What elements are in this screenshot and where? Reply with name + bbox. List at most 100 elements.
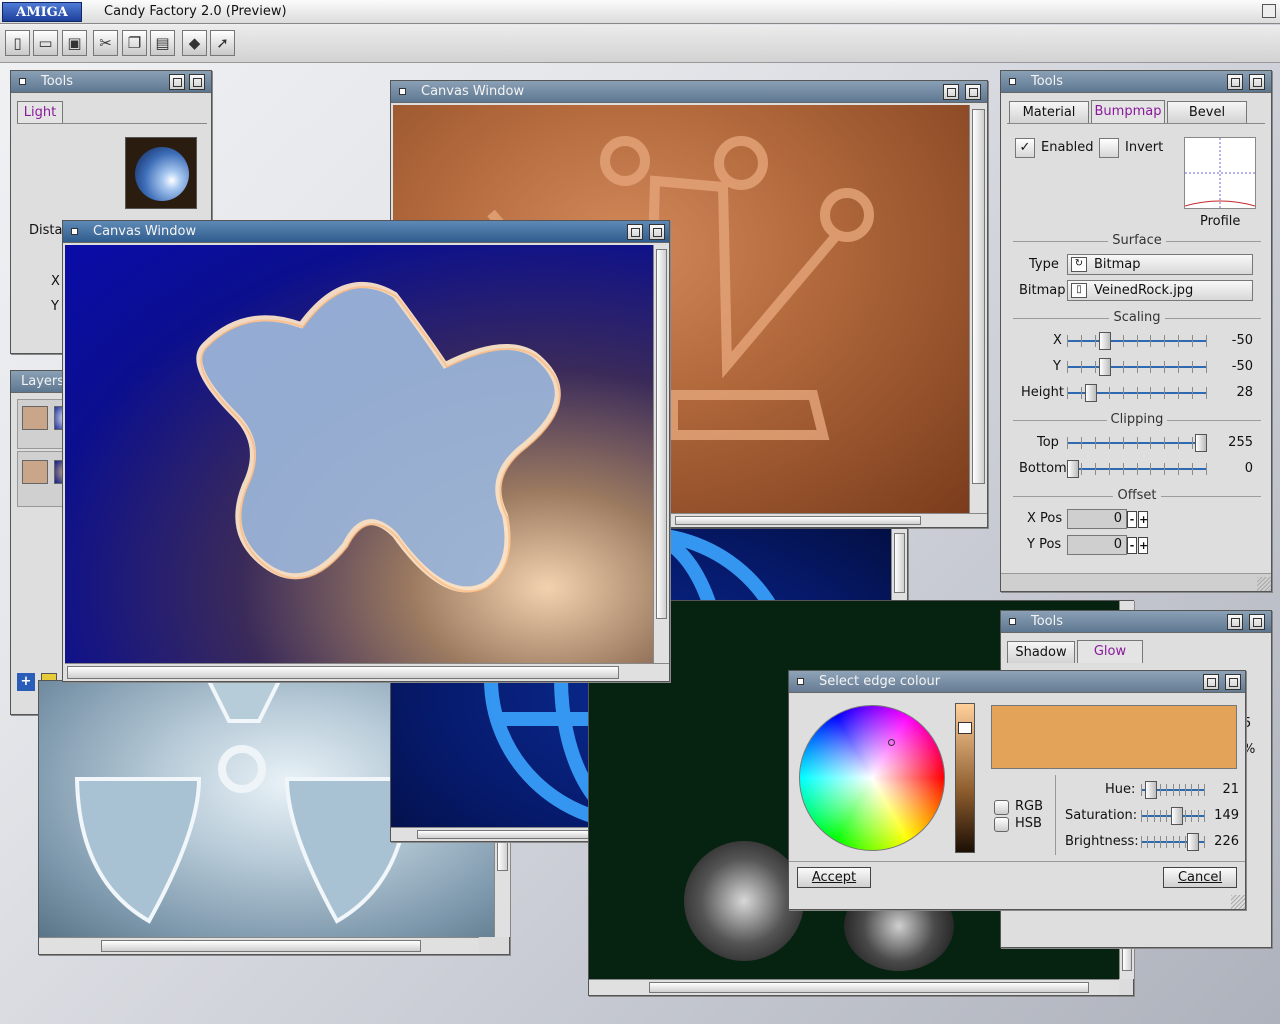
- slider-knob[interactable]: [1099, 332, 1111, 350]
- depth-icon[interactable]: [1249, 74, 1265, 90]
- window-title: Tools: [41, 74, 74, 89]
- scale-x-slider[interactable]: [1067, 332, 1207, 350]
- y-label: Y: [51, 299, 59, 314]
- x-pos-input[interactable]: 0: [1067, 509, 1127, 529]
- saturation-slider[interactable]: [1141, 807, 1205, 825]
- cut-icon[interactable]: ✂: [93, 30, 118, 56]
- horizontal-scrollbar[interactable]: [671, 513, 987, 527]
- window-title: Tools: [1031, 614, 1064, 629]
- brightness-bar[interactable]: [955, 703, 975, 853]
- hsb-radio[interactable]: [994, 817, 1009, 832]
- invert-label: Invert: [1125, 140, 1164, 155]
- brightness-slider[interactable]: [1141, 833, 1205, 851]
- enabled-checkbox[interactable]: ✓: [1015, 138, 1035, 158]
- window-title: Select edge colour: [819, 674, 941, 689]
- slider-knob[interactable]: [1195, 434, 1207, 452]
- render-icon[interactable]: ◆: [182, 30, 207, 56]
- slider-knob[interactable]: [1067, 460, 1079, 478]
- save-icon[interactable]: ▣: [62, 30, 87, 56]
- tab-bevel[interactable]: Bevel: [1167, 101, 1247, 123]
- export-icon[interactable]: ➚: [210, 30, 235, 56]
- blob-image: [65, 245, 653, 663]
- resize-handle[interactable]: [1231, 895, 1245, 909]
- top-slider[interactable]: [1067, 434, 1207, 452]
- screen-depth-button[interactable]: [1262, 4, 1276, 18]
- invert-checkbox[interactable]: [1099, 138, 1119, 158]
- close-icon[interactable]: [71, 228, 78, 235]
- height-slider[interactable]: [1067, 384, 1207, 402]
- depth-icon[interactable]: [649, 224, 665, 240]
- x-pos-decrement[interactable]: -: [1127, 511, 1137, 528]
- depth-icon[interactable]: [965, 84, 981, 100]
- zoom-icon[interactable]: [1227, 614, 1243, 630]
- scale-y-slider[interactable]: [1067, 358, 1207, 376]
- depth-icon[interactable]: [1225, 674, 1241, 690]
- enabled-label: Enabled: [1041, 140, 1094, 155]
- height-value: 28: [1236, 385, 1253, 400]
- slider-knob[interactable]: [1145, 781, 1157, 799]
- tab-shadow[interactable]: Shadow: [1007, 641, 1075, 663]
- bottom-slider[interactable]: [1067, 460, 1207, 478]
- clipping-group: Clipping: [1013, 412, 1261, 434]
- type-cycle[interactable]: ↻ Bitmap: [1067, 254, 1253, 275]
- rgb-label: RGB: [1015, 799, 1044, 814]
- x-pos-increment[interactable]: +: [1138, 511, 1148, 528]
- zoom-icon[interactable]: [169, 74, 185, 90]
- zoom-icon[interactable]: [1227, 74, 1243, 90]
- eye-icon[interactable]: [22, 460, 48, 484]
- zoom-icon[interactable]: [627, 224, 643, 240]
- brightness-value: 226: [1214, 834, 1239, 849]
- window-title: Layers: [21, 374, 65, 389]
- paste-icon[interactable]: ▤: [150, 30, 175, 56]
- add-layer-icon[interactable]: +: [17, 673, 35, 691]
- horizontal-scrollbar[interactable]: [39, 937, 479, 954]
- new-icon[interactable]: ▯: [5, 30, 30, 56]
- close-icon[interactable]: [19, 78, 26, 85]
- close-icon[interactable]: [1009, 78, 1016, 85]
- slider-knob[interactable]: [1171, 807, 1183, 825]
- window-title: Canvas Window: [421, 84, 525, 99]
- eye-icon[interactable]: [22, 406, 48, 430]
- colour-wheel[interactable]: [799, 705, 945, 851]
- profile-graph[interactable]: [1184, 137, 1256, 209]
- close-icon[interactable]: [1009, 618, 1016, 625]
- tab-light[interactable]: Light: [17, 101, 63, 123]
- close-icon[interactable]: [399, 88, 406, 95]
- hue-value: 21: [1222, 782, 1239, 797]
- tab-glow[interactable]: Glow: [1077, 640, 1143, 663]
- vertical-scrollbar[interactable]: [969, 105, 987, 513]
- y-pos-input[interactable]: 0: [1067, 535, 1127, 555]
- vertical-scrollbar[interactable]: [653, 245, 669, 663]
- rgb-radio[interactable]: [994, 800, 1009, 815]
- zoom-icon[interactable]: [1203, 674, 1219, 690]
- horizontal-scrollbar[interactable]: [65, 663, 669, 681]
- bottom-label: Bottom: [1019, 461, 1067, 476]
- slider-knob[interactable]: [1099, 358, 1111, 376]
- offset-group: Offset: [1013, 488, 1261, 510]
- resize-handle[interactable]: [1257, 577, 1271, 591]
- accept-button[interactable]: Accept: [797, 867, 871, 888]
- y-pos-decrement[interactable]: -: [1127, 537, 1137, 554]
- tab-bumpmap[interactable]: Bumpmap: [1091, 100, 1165, 123]
- open-icon[interactable]: ▭: [33, 30, 58, 56]
- scale-x-value: -50: [1231, 333, 1253, 348]
- profile-label: Profile: [1200, 214, 1241, 229]
- hue-label: Hue:: [1105, 782, 1136, 797]
- depth-icon[interactable]: [1249, 614, 1265, 630]
- hue-slider[interactable]: [1141, 781, 1205, 799]
- y-pos-increment[interactable]: +: [1138, 537, 1148, 554]
- app-title: Candy Factory 2.0 (Preview): [104, 4, 287, 19]
- horizontal-scrollbar[interactable]: [589, 979, 1119, 995]
- amiga-logo[interactable]: AMIGA: [2, 2, 82, 22]
- screen-title-bar: AMIGA Candy Factory 2.0 (Preview): [0, 0, 1280, 24]
- close-icon[interactable]: [797, 678, 804, 685]
- slider-knob[interactable]: [1187, 833, 1199, 851]
- depth-icon[interactable]: [189, 74, 205, 90]
- copy-icon[interactable]: ❐: [122, 30, 147, 56]
- slider-knob[interactable]: [1085, 384, 1097, 402]
- scale-x-label: X: [1053, 333, 1062, 348]
- tab-material[interactable]: Material: [1009, 101, 1089, 123]
- zoom-icon[interactable]: [943, 84, 959, 100]
- cancel-button[interactable]: Cancel: [1163, 867, 1237, 888]
- bitmap-file-field[interactable]: ▯ VeinedRock.jpg: [1067, 280, 1253, 301]
